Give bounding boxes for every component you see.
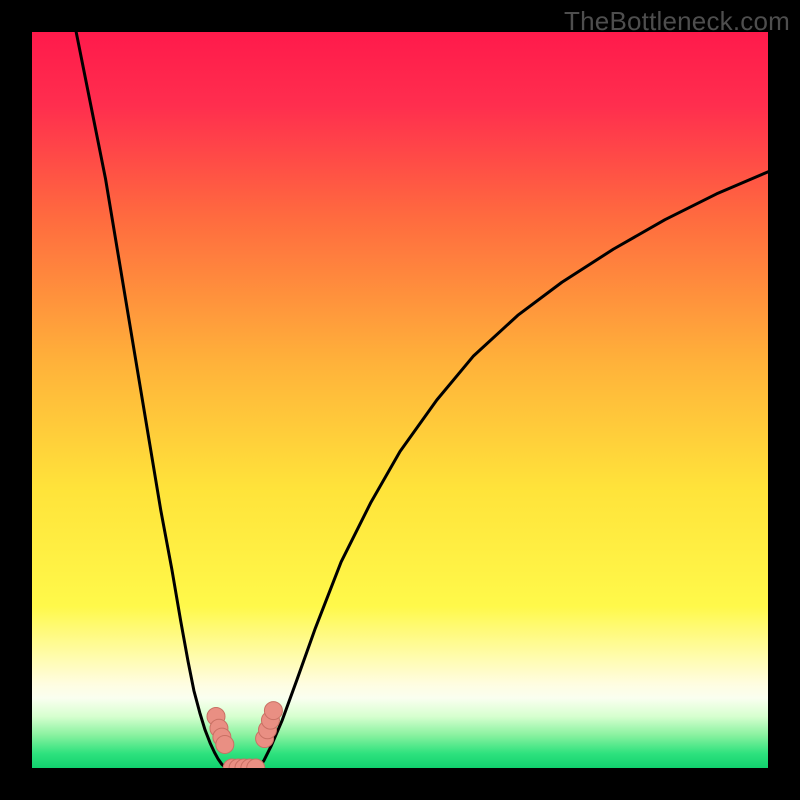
- watermark-text: TheBottleneck.com: [564, 6, 790, 37]
- chart-svg: [32, 32, 768, 768]
- marker-right-cluster-3: [264, 702, 282, 720]
- marker-left-cluster-3: [216, 735, 234, 753]
- plot-area: [32, 32, 768, 768]
- outer-frame: TheBottleneck.com: [0, 0, 800, 800]
